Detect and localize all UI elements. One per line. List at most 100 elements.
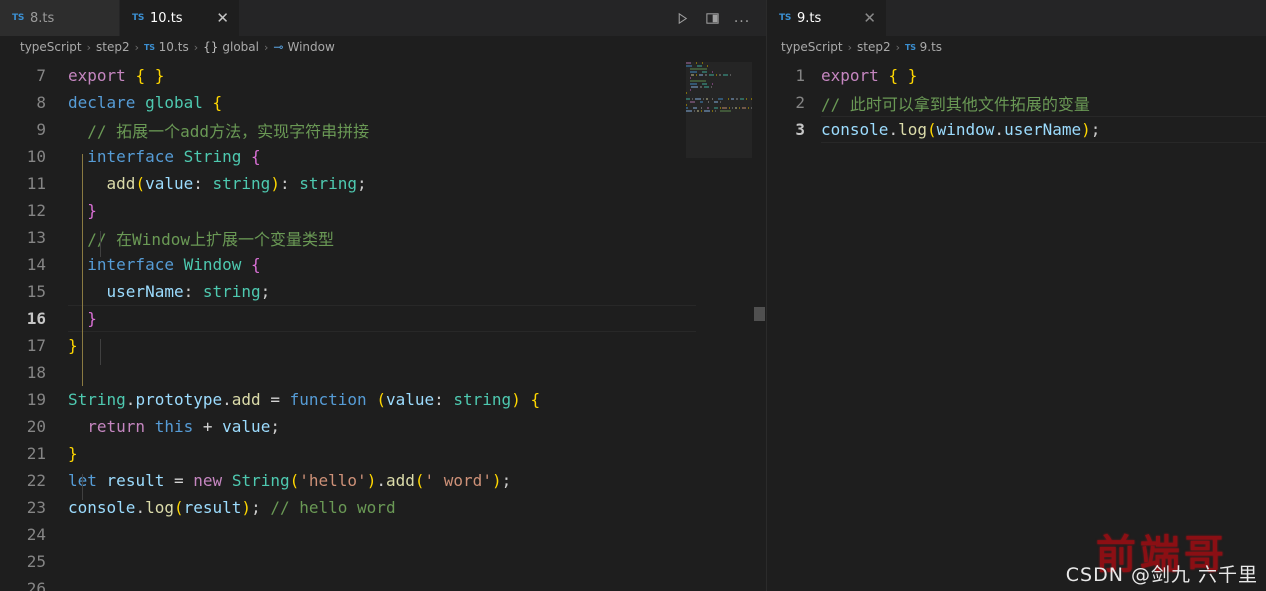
breadcrumb-separator: › [895,40,901,54]
token: : [434,390,454,409]
more-actions-button[interactable]: ... [728,4,756,32]
code-line[interactable]: 14 interface Window { [0,251,766,278]
breadcrumb-root[interactable]: typeScript [781,40,843,54]
code-line[interactable]: 13 // 在Window上扩展一个变量类型 [0,224,766,251]
code-line[interactable]: 1 export { } [767,62,1266,89]
token: . [376,471,386,490]
code-line[interactable]: 8 declare global { [0,89,766,116]
breadcrumb-file[interactable]: 10.ts [159,40,189,54]
code-line[interactable]: 23 console.log(result); // hello word [0,494,766,521]
line-number: 12 [26,201,46,220]
close-icon[interactable]: ✕ [845,10,876,26]
token: { [251,255,261,274]
token: } [68,444,78,463]
code-line[interactable]: 2 // 此时可以拿到其他文件拓展的变量 [767,89,1266,116]
token: ) [491,471,502,490]
code-text: interface String { [68,147,766,166]
token: declare [68,93,136,112]
code-line[interactable]: 17} [0,332,766,359]
line-number: 20 [26,417,46,436]
code-line[interactable]: 10 interface String { [0,143,766,170]
minimap-slider[interactable] [686,62,752,158]
token: add [106,174,136,193]
code-line[interactable]: 20 return this + value; [0,413,766,440]
code-line[interactable]: 26 [0,575,766,591]
token: . [888,120,899,139]
token: add [385,471,415,490]
breadcrumb-file[interactable]: 9.ts [920,40,942,54]
code-content-right[interactable]: 1 export { } 2// 此时可以拿到其他文件拓展的变量 3 console.l… [767,58,1266,143]
tab-bar-right: TS 9.ts ✕ [767,0,1266,36]
line-number: 24 [26,525,46,544]
code-line[interactable]: 18 [0,359,766,386]
code-line[interactable]: 12 } [0,197,766,224]
editor-right[interactable]: 1 export { } 2// 此时可以拿到其他文件拓展的变量 3 console.l… [767,58,1266,591]
watermark-title: 前端哥 [1095,532,1228,578]
line-number: 23 [26,498,46,517]
code-line[interactable]: 24 [0,521,766,548]
typescript-file-icon: TS [905,42,916,52]
line-number: 11 [26,174,46,193]
token: { [888,66,899,85]
code-text: String.prototype.add = function (value: … [68,390,766,409]
breadcrumb-root[interactable]: typeScript [20,40,82,54]
code-text: // 拓展一个add方法，实现字符串拼接 [68,118,766,142]
code-line[interactable]: 19 String.prototype.add = function (value… [0,386,766,413]
code-line[interactable]: 7 export { } [0,62,766,89]
code-line[interactable]: 11 add(value: string): string; [0,170,766,197]
line-number: 13 [26,228,46,247]
close-icon[interactable]: ✕ [198,10,229,26]
breadcrumb-folder[interactable]: step2 [96,40,130,54]
token: } [87,309,97,328]
code-line[interactable]: 16 } [0,305,766,332]
editor-left[interactable]: 7 export { } 8 declare global {9 // 拓展一个add… [0,58,766,591]
code-line[interactable]: 3 console.log(window.userName); [767,116,1266,143]
token: // 在Window上扩展一个变量类型 [87,229,334,249]
token: window [936,120,995,139]
code-line[interactable]: 21} [0,440,766,467]
scrollbar-thumb[interactable] [754,307,765,321]
tab-8-ts[interactable]: TS 8.ts ✕ [0,0,120,36]
token: ( [135,174,146,193]
code-line[interactable]: 25 [0,548,766,575]
breadcrumb-separator: › [86,40,92,54]
code-line[interactable]: 22 let result = new String('hello').add('… [0,467,766,494]
code-text: export { } [821,66,1266,85]
code-line[interactable]: 15 userName: string; [0,278,766,305]
token: prototype [135,390,223,409]
token: string [453,390,512,409]
code-text: console.log(result); // hello word [68,498,766,517]
vertical-scrollbar[interactable] [752,58,766,591]
token: value [222,417,271,436]
token: 'hello' [299,471,367,490]
token: function [289,390,367,409]
interface-icon: ⊸ [273,40,284,54]
code-line[interactable]: 9 // 拓展一个add方法，实现字符串拼接 [0,116,766,143]
token: value [145,174,194,193]
split-editor-icon [705,12,719,24]
tab-10-ts[interactable]: TS 10.ts ✕ [120,0,240,36]
code-text: } [68,336,766,355]
tab-9-ts[interactable]: TS 9.ts ✕ [767,0,887,36]
breadcrumb-symbol-global[interactable]: global [222,40,259,54]
token: export [821,66,879,85]
breadcrumb-folder[interactable]: step2 [857,40,891,54]
line-number: 18 [26,363,46,382]
code-text: } [68,201,766,220]
token: ( [926,120,937,139]
split-editor-right-button[interactable] [698,4,726,32]
run-code-button[interactable] [668,4,696,32]
breadcrumb-symbol-window[interactable]: Window [287,40,334,54]
code-content-left[interactable]: 7 export { } 8 declare global {9 // 拓展一个add… [0,58,766,591]
token: ; [501,471,512,490]
